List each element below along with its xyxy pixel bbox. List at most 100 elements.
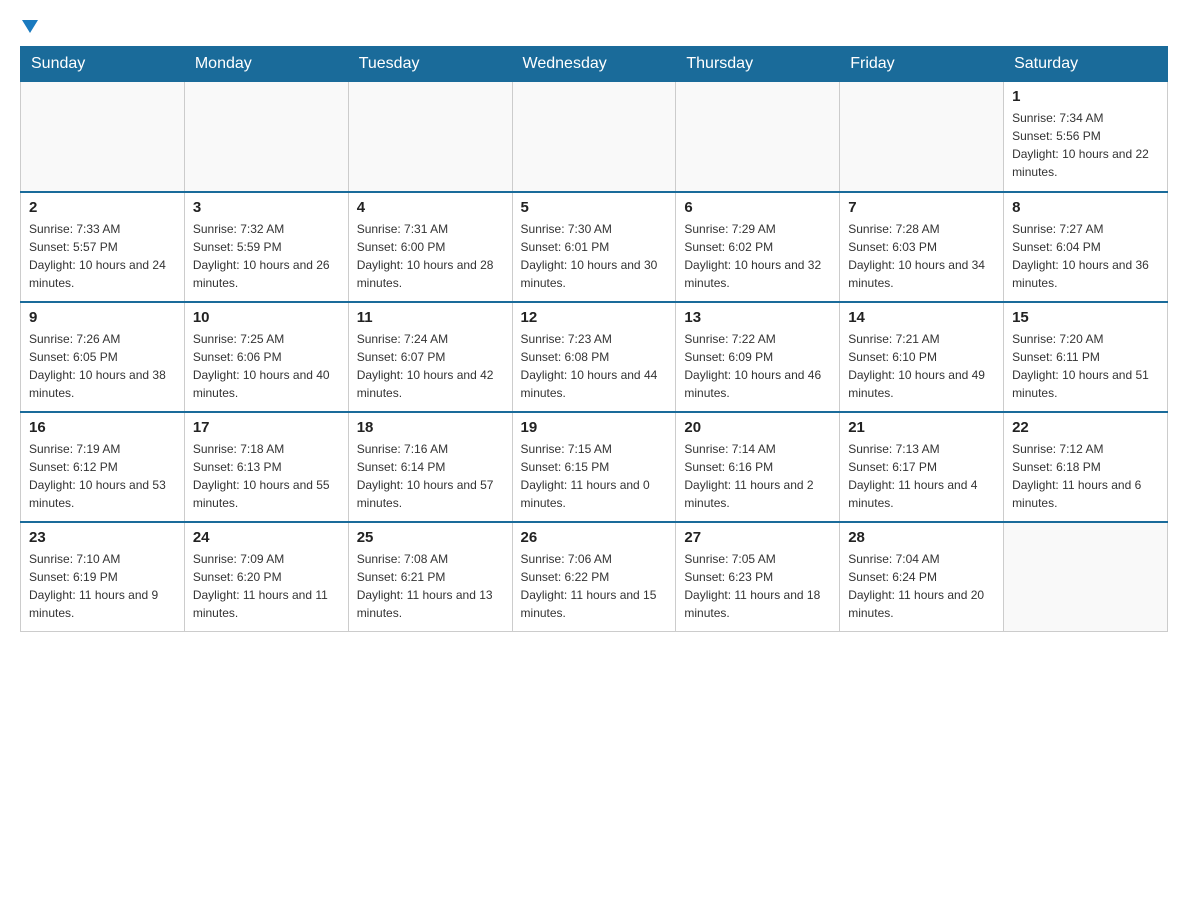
table-row: 11 Sunrise: 7:24 AM Sunset: 6:07 PM Dayli… bbox=[348, 302, 512, 412]
table-row bbox=[1004, 522, 1168, 632]
day-number: 10 bbox=[193, 309, 340, 326]
table-row bbox=[512, 82, 676, 192]
day-number: 11 bbox=[357, 309, 504, 326]
calendar-table: Sunday Monday Tuesday Wednesday Thursday… bbox=[20, 46, 1168, 632]
day-number: 16 bbox=[29, 419, 176, 436]
calendar-week-row: 1 Sunrise: 7:34 AM Sunset: 5:56 PM Daylig… bbox=[21, 82, 1168, 192]
table-row: 28Sunrise: 7:04 AM Sunset: 6:24 PM Dayli… bbox=[840, 522, 1004, 632]
day-number: 6 bbox=[684, 199, 831, 216]
day-info: Sunrise: 7:08 AM Sunset: 6:21 PM Dayligh… bbox=[357, 550, 504, 622]
table-row bbox=[840, 82, 1004, 192]
day-number: 12 bbox=[521, 309, 668, 326]
table-row: 19 Sunrise: 7:15 AM Sunset: 6:15 PM Dayli… bbox=[512, 412, 676, 522]
day-number: 18 bbox=[357, 419, 504, 436]
day-info: Sunrise: 7:22 AM Sunset: 6:09 PM Dayligh… bbox=[684, 330, 831, 402]
day-info: Sunrise: 7:05 AM Sunset: 6:23 PM Dayligh… bbox=[684, 550, 831, 622]
day-info: Sunrise: 7:30 AM Sunset: 6:01 PM Dayligh… bbox=[521, 220, 668, 292]
table-row: 4 Sunrise: 7:31 AM Sunset: 6:00 PM Daylig… bbox=[348, 192, 512, 302]
day-info: Sunrise: 7:28 AM Sunset: 6:03 PM Dayligh… bbox=[848, 220, 995, 292]
day-info: Sunrise: 7:09 AM Sunset: 6:20 PM Dayligh… bbox=[193, 550, 340, 622]
day-info: Sunrise: 7:15 AM Sunset: 6:15 PM Dayligh… bbox=[521, 440, 668, 512]
day-number: 4 bbox=[357, 199, 504, 216]
calendar-header-row: Sunday Monday Tuesday Wednesday Thursday… bbox=[21, 47, 1168, 82]
day-number: 22 bbox=[1012, 419, 1159, 436]
day-info: Sunrise: 7:12 AM Sunset: 6:18 PM Dayligh… bbox=[1012, 440, 1159, 512]
calendar-week-row: 23 Sunrise: 7:10 AM Sunset: 6:19 PM Dayli… bbox=[21, 522, 1168, 632]
day-info: Sunrise: 7:24 AM Sunset: 6:07 PM Dayligh… bbox=[357, 330, 504, 402]
header-saturday: Saturday bbox=[1004, 47, 1168, 82]
day-info: Sunrise: 7:27 AM Sunset: 6:04 PM Dayligh… bbox=[1012, 220, 1159, 292]
day-info: Sunrise: 7:21 AM Sunset: 6:10 PM Dayligh… bbox=[848, 330, 995, 402]
table-row: 21 Sunrise: 7:13 AM Sunset: 6:17 PM Dayli… bbox=[840, 412, 1004, 522]
table-row: 9 Sunrise: 7:26 AM Sunset: 6:05 PM Daylig… bbox=[21, 302, 185, 412]
day-info: Sunrise: 7:32 AM Sunset: 5:59 PM Dayligh… bbox=[193, 220, 340, 292]
page-header bbox=[20, 20, 1168, 36]
day-info: Sunrise: 7:20 AM Sunset: 6:11 PM Dayligh… bbox=[1012, 330, 1159, 402]
table-row: 5 Sunrise: 7:30 AM Sunset: 6:01 PM Daylig… bbox=[512, 192, 676, 302]
day-info: Sunrise: 7:34 AM Sunset: 5:56 PM Dayligh… bbox=[1012, 109, 1159, 181]
table-row: 1 Sunrise: 7:34 AM Sunset: 5:56 PM Daylig… bbox=[1004, 82, 1168, 192]
day-number: 28 bbox=[848, 529, 995, 546]
table-row: 15 Sunrise: 7:20 AM Sunset: 6:11 PM Dayli… bbox=[1004, 302, 1168, 412]
day-info: Sunrise: 7:29 AM Sunset: 6:02 PM Dayligh… bbox=[684, 220, 831, 292]
day-info: Sunrise: 7:31 AM Sunset: 6:00 PM Dayligh… bbox=[357, 220, 504, 292]
calendar-week-row: 9 Sunrise: 7:26 AM Sunset: 6:05 PM Daylig… bbox=[21, 302, 1168, 412]
day-number: 3 bbox=[193, 199, 340, 216]
table-row: 8 Sunrise: 7:27 AM Sunset: 6:04 PM Daylig… bbox=[1004, 192, 1168, 302]
header-thursday: Thursday bbox=[676, 47, 840, 82]
day-number: 2 bbox=[29, 199, 176, 216]
table-row bbox=[676, 82, 840, 192]
day-number: 13 bbox=[684, 309, 831, 326]
table-row: 6 Sunrise: 7:29 AM Sunset: 6:02 PM Daylig… bbox=[676, 192, 840, 302]
table-row: 23 Sunrise: 7:10 AM Sunset: 6:19 PM Dayli… bbox=[21, 522, 185, 632]
logo-triangle-icon bbox=[22, 20, 38, 33]
table-row: 14Sunrise: 7:21 AM Sunset: 6:10 PM Dayli… bbox=[840, 302, 1004, 412]
day-number: 21 bbox=[848, 419, 995, 436]
day-number: 7 bbox=[848, 199, 995, 216]
table-row: 20Sunrise: 7:14 AM Sunset: 6:16 PM Dayli… bbox=[676, 412, 840, 522]
table-row: 26 Sunrise: 7:06 AM Sunset: 6:22 PM Dayli… bbox=[512, 522, 676, 632]
table-row: 18 Sunrise: 7:16 AM Sunset: 6:14 PM Dayli… bbox=[348, 412, 512, 522]
table-row: 16 Sunrise: 7:19 AM Sunset: 6:12 PM Dayli… bbox=[21, 412, 185, 522]
header-sunday: Sunday bbox=[21, 47, 185, 82]
day-number: 5 bbox=[521, 199, 668, 216]
day-number: 1 bbox=[1012, 88, 1159, 105]
day-info: Sunrise: 7:26 AM Sunset: 6:05 PM Dayligh… bbox=[29, 330, 176, 402]
day-number: 19 bbox=[521, 419, 668, 436]
day-info: Sunrise: 7:33 AM Sunset: 5:57 PM Dayligh… bbox=[29, 220, 176, 292]
day-info: Sunrise: 7:10 AM Sunset: 6:19 PM Dayligh… bbox=[29, 550, 176, 622]
day-number: 25 bbox=[357, 529, 504, 546]
logo bbox=[20, 20, 38, 36]
day-number: 27 bbox=[684, 529, 831, 546]
day-info: Sunrise: 7:23 AM Sunset: 6:08 PM Dayligh… bbox=[521, 330, 668, 402]
day-number: 17 bbox=[193, 419, 340, 436]
day-info: Sunrise: 7:13 AM Sunset: 6:17 PM Dayligh… bbox=[848, 440, 995, 512]
table-row: 25 Sunrise: 7:08 AM Sunset: 6:21 PM Dayli… bbox=[348, 522, 512, 632]
table-row: 7 Sunrise: 7:28 AM Sunset: 6:03 PM Daylig… bbox=[840, 192, 1004, 302]
day-info: Sunrise: 7:25 AM Sunset: 6:06 PM Dayligh… bbox=[193, 330, 340, 402]
table-row: 12 Sunrise: 7:23 AM Sunset: 6:08 PM Dayli… bbox=[512, 302, 676, 412]
table-row: 13 Sunrise: 7:22 AM Sunset: 6:09 PM Dayli… bbox=[676, 302, 840, 412]
header-tuesday: Tuesday bbox=[348, 47, 512, 82]
day-info: Sunrise: 7:06 AM Sunset: 6:22 PM Dayligh… bbox=[521, 550, 668, 622]
day-number: 15 bbox=[1012, 309, 1159, 326]
calendar-week-row: 2 Sunrise: 7:33 AM Sunset: 5:57 PM Daylig… bbox=[21, 192, 1168, 302]
day-number: 26 bbox=[521, 529, 668, 546]
table-row: 3 Sunrise: 7:32 AM Sunset: 5:59 PM Daylig… bbox=[184, 192, 348, 302]
day-info: Sunrise: 7:19 AM Sunset: 6:12 PM Dayligh… bbox=[29, 440, 176, 512]
day-info: Sunrise: 7:16 AM Sunset: 6:14 PM Dayligh… bbox=[357, 440, 504, 512]
table-row: 2 Sunrise: 7:33 AM Sunset: 5:57 PM Daylig… bbox=[21, 192, 185, 302]
table-row: 24 Sunrise: 7:09 AM Sunset: 6:20 PM Dayli… bbox=[184, 522, 348, 632]
calendar-week-row: 16 Sunrise: 7:19 AM Sunset: 6:12 PM Dayli… bbox=[21, 412, 1168, 522]
table-row bbox=[184, 82, 348, 192]
table-row: 17Sunrise: 7:18 AM Sunset: 6:13 PM Dayli… bbox=[184, 412, 348, 522]
header-friday: Friday bbox=[840, 47, 1004, 82]
day-number: 24 bbox=[193, 529, 340, 546]
day-number: 8 bbox=[1012, 199, 1159, 216]
day-number: 9 bbox=[29, 309, 176, 326]
header-wednesday: Wednesday bbox=[512, 47, 676, 82]
day-number: 23 bbox=[29, 529, 176, 546]
table-row bbox=[21, 82, 185, 192]
table-row bbox=[348, 82, 512, 192]
day-number: 20 bbox=[684, 419, 831, 436]
